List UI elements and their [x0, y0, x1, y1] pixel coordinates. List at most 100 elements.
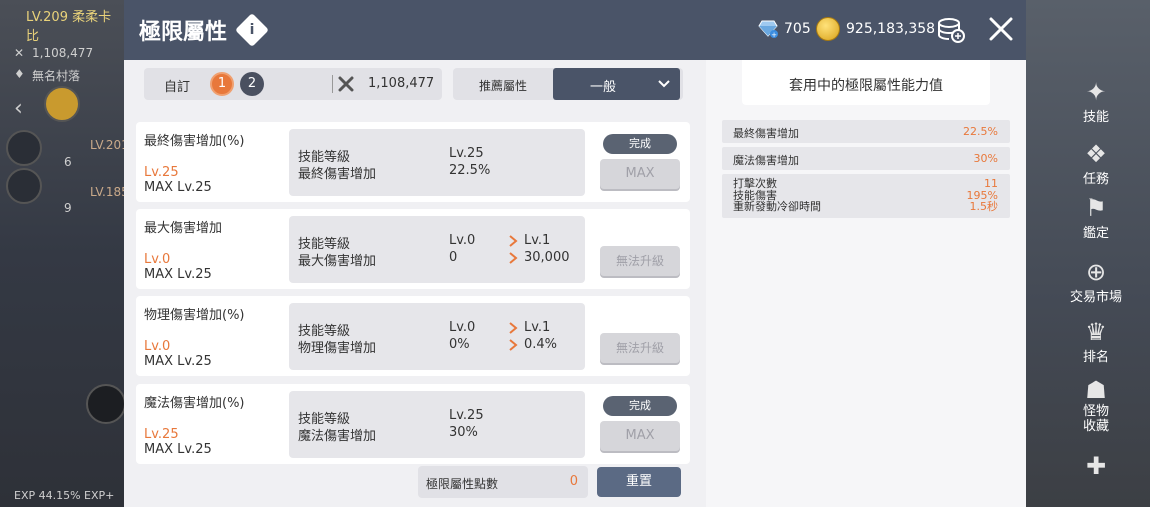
menu-monster[interactable]: ☗ 怪物收藏 [1068, 376, 1124, 434]
stat-row: 魔法傷害增加 30% [722, 147, 1010, 170]
points-value: 0 [569, 474, 578, 489]
stat-value: 22.5% [963, 125, 998, 138]
current-level: Lv.0 [449, 233, 476, 248]
attribute-max-level: MAX Lv.25 [144, 267, 212, 282]
stat-value: 30% [973, 152, 998, 165]
current-value: 0 [449, 250, 458, 265]
party-avatar[interactable] [44, 86, 80, 122]
stat-name: 重新發動冷卻時間 [733, 200, 821, 213]
appraise-icon: ⚑ [1085, 194, 1107, 222]
chevron-down-icon [658, 80, 670, 88]
gamepad-icon: ✚ [1085, 452, 1107, 480]
left-hud: LV.209 柔柔卡比 ✕ 1,108,477 ♦ 無名村落 ‹ LV.201 … [0, 0, 129, 507]
current-value: 0% [449, 337, 470, 352]
menu-skill[interactable]: ✦ 技能 [1068, 78, 1124, 125]
attribute-level: Lv.0 [144, 252, 171, 267]
info-icon[interactable]: i [235, 13, 269, 47]
attribute-name: 魔法傷害增加(%) [144, 396, 245, 411]
coin-exchange-icon[interactable] [936, 14, 966, 44]
stat-value: 11 [984, 177, 998, 190]
extreme-attribute-window: 極限屬性 i + 705 925,183,358 自訂 1 2 1,108,47… [124, 0, 1026, 507]
next-value: 30,000 [524, 250, 570, 265]
attribute-level: Lv.25 [144, 427, 179, 442]
applied-stats-header: 套用中的極限屬性能力值 [742, 60, 990, 105]
gold-coin-icon [816, 17, 840, 41]
attribute-name: 物理傷害增加(%) [144, 308, 245, 323]
attribute-max-level: MAX Lv.25 [144, 354, 212, 369]
attribute-name: 最大傷害增加 [144, 221, 223, 236]
attribute-max-level: MAX Lv.25 [144, 180, 212, 195]
left-arrow-icon[interactable]: ‹ [14, 96, 23, 121]
preset-power: 1,108,477 [368, 76, 435, 91]
menu-rank-label: 排名 [1082, 350, 1109, 365]
completed-badge: 完成 [603, 396, 677, 416]
stat-row: 最終傷害增加 22.5% [722, 120, 1010, 143]
menu-appraise[interactable]: ⚑ 鑑定 [1068, 194, 1124, 241]
recommend-label: 推薦屬性 [479, 79, 528, 93]
gem-icon: + [758, 20, 778, 38]
menu-monster-label: 怪物收藏 [1083, 404, 1110, 434]
menu-quest-label: 任務 [1082, 172, 1109, 187]
exp-text: EXP 44.15% [14, 489, 81, 502]
svg-text:+: + [771, 31, 777, 38]
attribute-detail: 技能等級 魔法傷害增加 Lv.25 30% [289, 391, 585, 458]
rank-icon: ♛ [1085, 318, 1107, 346]
effect-label: 物理傷害增加 [298, 341, 377, 356]
points-label: 極限屬性點數 [426, 477, 499, 491]
attribute-list-panel: 自訂 1 2 1,108,477 推薦屬性 一般 最終傷害增加(%) Lv.25… [124, 60, 706, 507]
applied-stats-title: 套用中的極限屬性能力值 [789, 78, 943, 94]
title-bar: 極限屬性 i + 705 925,183,358 [124, 0, 1026, 60]
chevron-right-icon [509, 339, 518, 351]
menu-quest[interactable]: ❖ 任務 [1068, 140, 1124, 187]
effect-label: 最終傷害增加 [298, 167, 377, 182]
skill-icon: ✦ [1085, 78, 1107, 106]
max-button[interactable]: MAX [600, 159, 680, 189]
max-button[interactable]: MAX [600, 421, 680, 451]
joystick[interactable] [86, 384, 126, 424]
party-level-2: LV.185 [90, 185, 129, 199]
close-icon[interactable] [988, 16, 1014, 42]
attribute-card-max-damage: 最大傷害增加 Lv.0 MAX Lv.25 技能等級 最大傷害增加 Lv.0 0… [136, 209, 690, 289]
hud-guild: 無名村落 [32, 69, 81, 83]
stat-name: 打擊次數 [733, 177, 777, 190]
attribute-level: Lv.25 [144, 165, 179, 180]
menu-rank[interactable]: ♛ 排名 [1068, 318, 1124, 365]
attribute-card-magic-damage: 魔法傷害增加(%) Lv.25 MAX Lv.25 技能等級 魔法傷害增加 Lv… [136, 384, 690, 464]
current-level: Lv.25 [449, 408, 484, 423]
menu-appraise-label: 鑑定 [1082, 226, 1109, 241]
menu-skill-label: 技能 [1082, 110, 1109, 125]
preset-tab-1[interactable]: 1 [210, 72, 234, 96]
attribute-max-level: MAX Lv.25 [144, 442, 212, 457]
chevron-right-icon [509, 235, 518, 247]
completed-badge: 完成 [603, 134, 677, 154]
next-level: Lv.1 [524, 320, 551, 335]
party-num-2: 9 [64, 201, 72, 215]
party-level-1: LV.201 [90, 138, 129, 152]
stat-name: 魔法傷害增加 [733, 154, 799, 167]
chevron-right-icon [509, 252, 518, 264]
reset-button[interactable]: 重置 [597, 467, 681, 497]
quest-icon: ❖ [1085, 140, 1107, 168]
preset-selector: 自訂 1 2 1,108,477 [144, 68, 442, 100]
cannot-upgrade-button[interactable]: 無法升級 [600, 246, 680, 276]
next-level: Lv.1 [524, 233, 551, 248]
party-slot-2[interactable] [6, 168, 42, 204]
location-icon: ♦ [14, 67, 25, 81]
gold-count: 925,183,358 [846, 21, 936, 37]
divider [332, 75, 333, 93]
attribute-detail: 技能等級 物理傷害增加 Lv.0 0% Lv.1 0.4% [289, 303, 585, 370]
gem-count: 705 [784, 21, 811, 37]
party-slot-1[interactable] [6, 130, 42, 166]
stat-row-multi: 打擊次數 11 技能傷害 195% 重新發動冷卻時間 1.5秒 [722, 174, 1010, 218]
attribute-name: 最終傷害增加(%) [144, 134, 245, 149]
attribute-detail: 技能等級 最終傷害增加 Lv.25 22.5% [289, 129, 585, 196]
attribute-card-physical-damage: 物理傷害增加(%) Lv.0 MAX Lv.25 技能等級 物理傷害增加 Lv.… [136, 296, 690, 376]
menu-gamepad[interactable]: ✚ [1068, 452, 1124, 480]
recommend-dropdown[interactable]: 一般 [553, 68, 680, 100]
preset-tab-2[interactable]: 2 [240, 72, 264, 96]
party-num-1: 6 [64, 155, 72, 169]
chevron-right-icon [509, 322, 518, 334]
cannot-upgrade-button[interactable]: 無法升級 [600, 333, 680, 363]
attribute-detail: 技能等級 最大傷害增加 Lv.0 0 Lv.1 30,000 [289, 216, 585, 283]
menu-market[interactable]: ⊕ 交易市場 [1068, 258, 1124, 305]
